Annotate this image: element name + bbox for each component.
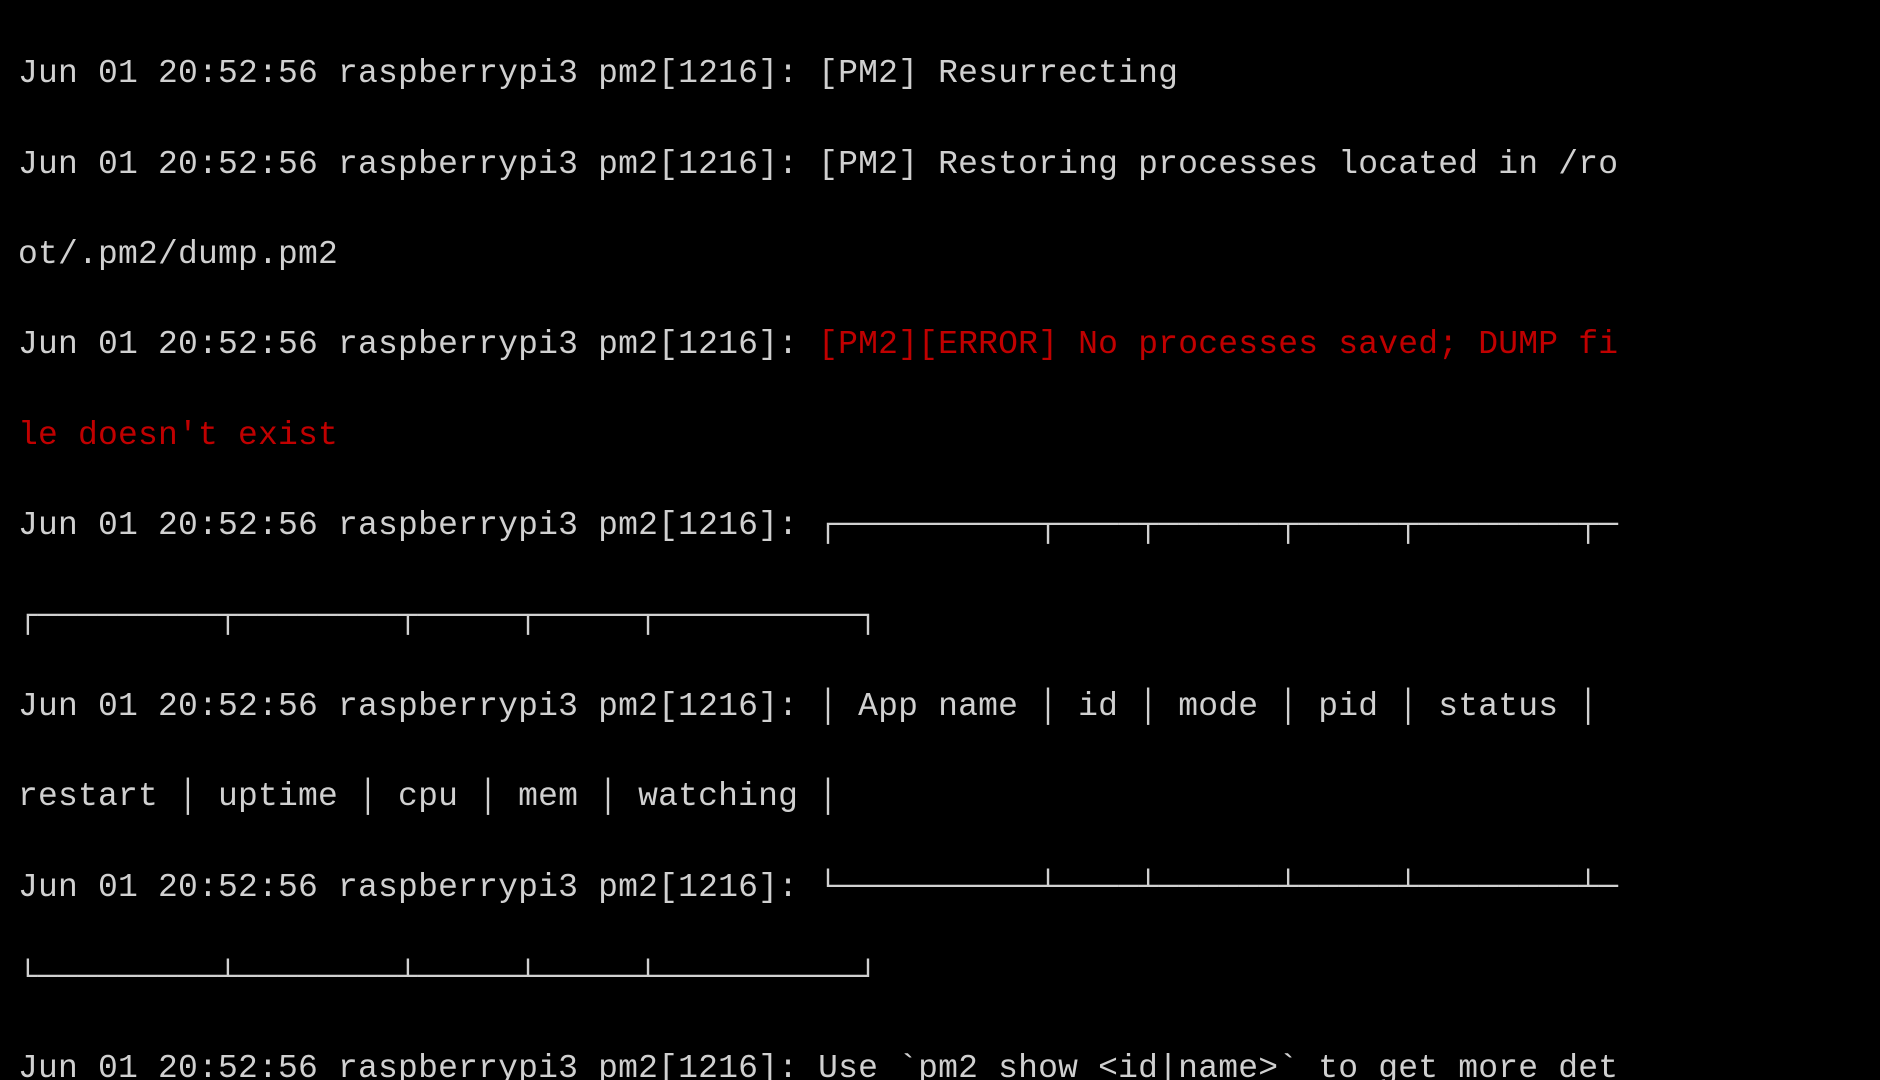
terminal-window[interactable]: Jun 01 20:52:56 raspberrypi3 pm2[1216]: … <box>0 0 1880 1080</box>
log-prefix: Jun 01 20:52:56 raspberrypi3 pm2[1216]: <box>18 869 818 906</box>
error-text: [PM2][ERROR] No processes saved; DUMP fi <box>818 326 1618 363</box>
log-line: Jun 01 20:52:56 raspberrypi3 pm2[1216]: … <box>18 51 1862 96</box>
table-border: ┌─────────┬────────┬─────┬─────┬────────… <box>18 594 1862 639</box>
log-line: Jun 01 20:52:56 raspberrypi3 pm2[1216]: … <box>18 142 1862 187</box>
table-border: └─────────┴────────┴─────┴─────┴────────… <box>18 955 1862 1000</box>
log-line: Jun 01 20:52:56 raspberrypi3 pm2[1216]: … <box>18 684 1862 729</box>
log-prefix: Jun 01 20:52:56 raspberrypi3 pm2[1216]: <box>18 507 818 544</box>
table-header: restart │ uptime │ cpu │ mem │ watching … <box>18 774 1862 819</box>
table-border: ┌──────────┬────┬──────┬─────┬────────┬─ <box>818 507 1618 544</box>
table-border: └──────────┴────┴──────┴─────┴────────┴─ <box>818 869 1618 906</box>
log-line: Jun 01 20:52:56 raspberrypi3 pm2[1216]: … <box>18 503 1862 548</box>
error-text: le doesn't exist <box>18 413 1862 458</box>
log-line: Jun 01 20:52:56 raspberrypi3 pm2[1216]: … <box>18 865 1862 910</box>
log-prefix: Jun 01 20:52:56 raspberrypi3 pm2[1216]: <box>18 326 818 363</box>
table-header: │ App name │ id │ mode │ pid │ status │ <box>818 688 1618 725</box>
log-line: Jun 01 20:52:56 raspberrypi3 pm2[1216]: … <box>18 1046 1862 1080</box>
log-line: Jun 01 20:52:56 raspberrypi3 pm2[1216]: … <box>18 322 1862 367</box>
log-prefix: Jun 01 20:52:56 raspberrypi3 pm2[1216]: <box>18 688 818 725</box>
log-line: ot/.pm2/dump.pm2 <box>18 232 1862 277</box>
